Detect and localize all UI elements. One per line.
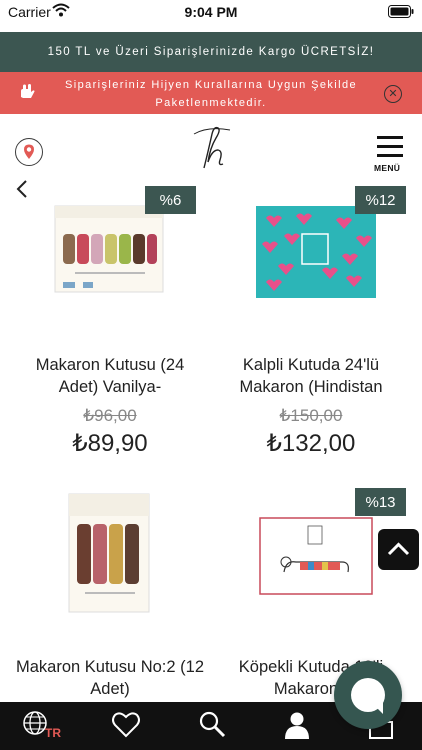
status-bar: Carrier 9:04 PM xyxy=(0,0,422,32)
product-card[interactable]: %6 Makaron Kutusu (24 Adet) Vanilya- ₺96… xyxy=(25,186,196,466)
product-name[interactable]: Makaron Kutusu No:2 (12 Adet) xyxy=(15,656,205,700)
product-card[interactable]: %12 Kalpli Kutuda 24'lü Makaron (Hindist… xyxy=(226,186,406,466)
discount-badge: %13 xyxy=(355,488,406,516)
new-price: ₺132,00 xyxy=(266,430,356,457)
product-image-macaron-box-12[interactable] xyxy=(25,488,195,618)
language-label[interactable]: TR xyxy=(45,726,61,740)
old-price: ₺96,00 xyxy=(83,406,137,425)
scroll-to-top-button[interactable] xyxy=(378,529,419,570)
hand-wash-icon xyxy=(21,84,35,98)
discount-badge: %6 xyxy=(145,186,196,214)
product-name[interactable]: Kalpli Kutuda 24'lü Makaron (Hindistan xyxy=(216,354,406,398)
heart-icon[interactable] xyxy=(111,710,141,740)
menu-icon-line xyxy=(377,154,403,157)
menu-button[interactable]: MENÜ xyxy=(374,134,405,174)
free-shipping-banner: 150 TL ve Üzeri Siparişlerinizde Kargo Ü… xyxy=(0,32,422,72)
brand-logo[interactable] xyxy=(190,122,234,174)
discount-badge: %12 xyxy=(355,186,406,214)
header: MENÜ xyxy=(0,114,422,180)
chat-bubble-tail xyxy=(370,701,383,714)
new-price: ₺89,90 xyxy=(72,430,148,457)
chat-button[interactable] xyxy=(334,661,402,729)
menu-label: MENÜ xyxy=(374,163,401,173)
screen: { "status_bar": { "carrier": "Carrier", … xyxy=(0,0,422,750)
clock: 9:04 PM xyxy=(184,4,238,20)
battery-icon xyxy=(388,5,414,18)
product-card[interactable]: Makaron Kutusu No:2 (12 Adet) xyxy=(16,488,204,702)
product-name[interactable]: Makaron Kutusu (24 Adet) Vanilya- xyxy=(15,354,205,398)
chevron-up-icon xyxy=(387,542,410,556)
free-shipping-text: 150 TL ve Üzeri Siparişlerinizde Kargo Ü… xyxy=(47,46,375,58)
hygiene-text: Siparişleriniz Hijyen Kurallarına Uygun … xyxy=(64,79,357,109)
menu-icon-line xyxy=(377,145,403,148)
search-icon[interactable] xyxy=(198,710,228,740)
location-button[interactable] xyxy=(15,138,43,166)
hygiene-banner: Siparişleriniz Hijyen Kurallarına Uygun … xyxy=(0,72,422,114)
user-icon[interactable] xyxy=(282,710,312,740)
old-price: ₺150,00 xyxy=(279,406,343,425)
location-pin-icon xyxy=(24,144,34,159)
close-icon[interactable]: ✕ xyxy=(384,85,402,103)
menu-icon xyxy=(377,136,403,139)
